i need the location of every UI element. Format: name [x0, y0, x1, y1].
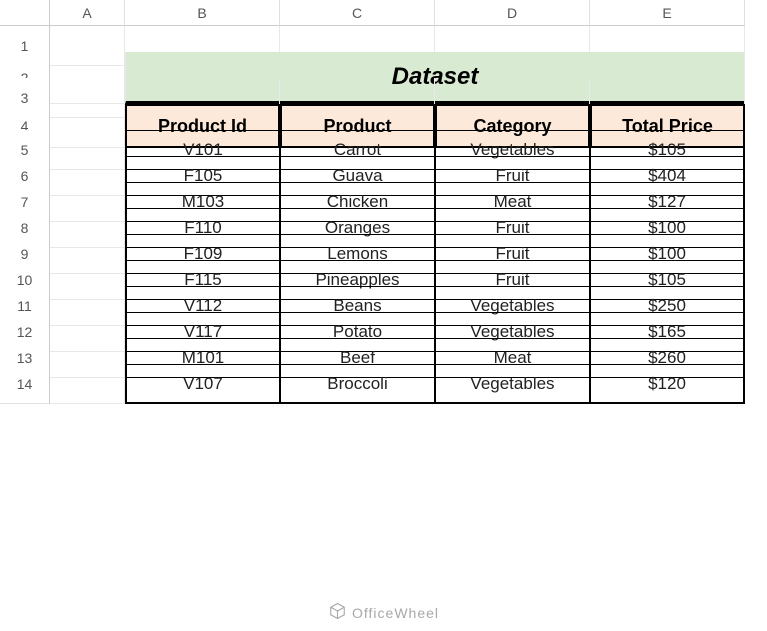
- cell-A14[interactable]: [50, 364, 125, 404]
- watermark: OfficeWheel: [328, 602, 439, 623]
- col-header-D[interactable]: D: [435, 0, 590, 26]
- table-row[interactable]: Vegetables: [435, 364, 590, 404]
- col-header-B[interactable]: B: [125, 0, 280, 26]
- table-row[interactable]: $120: [590, 364, 745, 404]
- table-row[interactable]: V107: [125, 364, 280, 404]
- col-header-E[interactable]: E: [590, 0, 745, 26]
- col-header-C[interactable]: C: [280, 0, 435, 26]
- hexagon-icon: [328, 602, 346, 623]
- col-header-A[interactable]: A: [50, 0, 125, 26]
- corner-cell[interactable]: [0, 0, 50, 26]
- spreadsheet-grid: A B C D E 1 2 Dataset 3 4 Product Id Pro…: [0, 0, 767, 390]
- watermark-text: OfficeWheel: [352, 605, 439, 621]
- table-row[interactable]: Broccoli: [280, 364, 435, 404]
- row-header-14[interactable]: 14: [0, 364, 50, 404]
